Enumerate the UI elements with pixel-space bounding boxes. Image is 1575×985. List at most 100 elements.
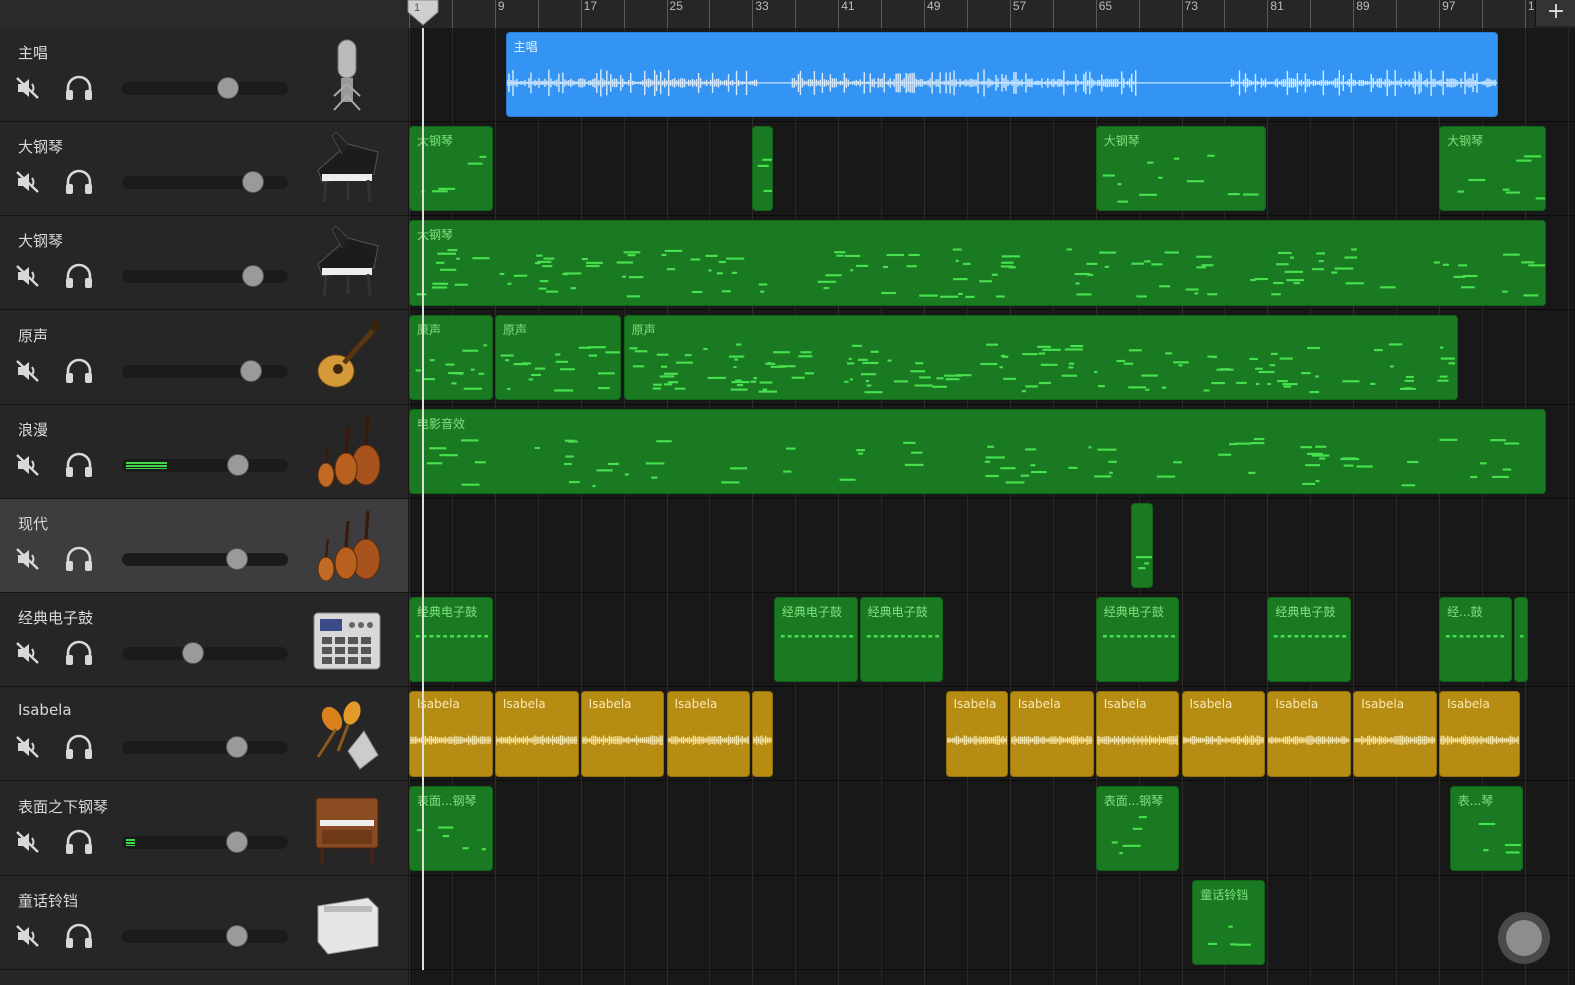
track-header[interactable]: 童话铃铛 [0,875,408,970]
string-ensemble-icon[interactable] [308,413,386,491]
volume-slider[interactable] [122,642,288,665]
add-track-button[interactable]: + [1535,0,1575,26]
mute-speaker-icon[interactable] [14,828,42,856]
volume-slider[interactable] [122,736,288,759]
mute-speaker-icon[interactable] [14,639,42,667]
midi-region[interactable]: 电影音效 [409,408,1547,494]
mute-speaker-icon[interactable] [14,451,42,479]
midi-region[interactable]: 大钢琴 [1095,126,1267,212]
audio-region[interactable]: Isabela [494,691,579,777]
volume-knob[interactable] [242,171,265,194]
volume-knob[interactable] [225,924,248,947]
celesta-icon[interactable] [308,884,386,962]
volume-slider[interactable] [122,548,288,570]
midi-region[interactable]: 经典电子鼓 [1267,597,1352,683]
midi-region[interactable]: 经典电子鼓 [859,597,944,683]
grand-piano-icon[interactable] [308,130,386,208]
audio-region[interactable]: Isabela [1095,691,1180,777]
track-header[interactable]: Isabela [0,687,408,782]
midi-region[interactable] [752,126,773,212]
audio-region[interactable]: Isabela [1439,691,1520,777]
midi-region[interactable]: 原声 [494,314,622,400]
mute-speaker-icon[interactable] [14,74,42,102]
timeline-ruler[interactable]: 9 17 25 33 41 49 57 65 73 81 89 97 1 1 + [0,0,1575,29]
volume-slider[interactable] [122,830,288,853]
playhead-line[interactable] [422,28,424,970]
solo-headphones-icon[interactable] [64,828,94,856]
microphone-icon[interactable] [308,36,386,114]
volume-knob[interactable] [240,359,263,382]
volume-slider[interactable] [122,924,288,947]
volume-knob[interactable] [225,548,248,570]
volume-knob[interactable] [217,77,240,99]
track-lane[interactable] [408,876,1575,970]
midi-region[interactable]: 表面...钢琴 [1095,785,1180,871]
track-header[interactable]: 原声 [0,310,408,405]
track-header[interactable]: 主唱 [0,28,408,122]
volume-knob[interactable] [242,265,265,288]
solo-headphones-icon[interactable] [64,74,94,102]
audio-region[interactable]: Isabela [580,691,665,777]
solo-headphones-icon[interactable] [64,451,94,479]
grand-piano-icon[interactable] [308,224,386,302]
mute-speaker-icon[interactable] [14,168,42,196]
audio-region[interactable]: Isabela [666,691,751,777]
track-header[interactable]: 现代 [0,499,408,593]
floating-record-button[interactable] [1498,912,1550,964]
audio-region[interactable] [752,691,773,777]
string-ensemble-icon[interactable] [308,507,386,585]
midi-region[interactable]: 经典电子鼓 [773,597,858,683]
acoustic-guitar-icon[interactable] [308,319,386,397]
solo-headphones-icon[interactable] [64,545,94,573]
midi-region[interactable]: 表...琴 [1449,785,1523,871]
audio-region[interactable]: Isabela [1009,691,1094,777]
solo-headphones-icon[interactable] [64,922,94,950]
mute-speaker-icon[interactable] [14,262,42,290]
mute-speaker-icon[interactable] [14,922,42,950]
track-header[interactable]: 大钢琴 [0,216,408,311]
volume-knob[interactable] [225,736,248,759]
solo-headphones-icon[interactable] [64,357,94,385]
solo-headphones-icon[interactable] [64,262,94,290]
audio-region[interactable]: Isabela [1181,691,1266,777]
volume-knob[interactable] [182,642,205,665]
midi-region[interactable] [1131,503,1153,589]
midi-region[interactable]: 经典电子鼓 [1095,597,1180,683]
track-header[interactable]: 表面之下钢琴 [0,781,408,876]
track-header[interactable]: 大钢琴 [0,122,408,217]
playhead-handle-icon[interactable]: 1 [407,0,439,26]
mute-speaker-icon[interactable] [14,545,42,573]
midi-region[interactable]: 大钢琴 [1439,126,1547,212]
volume-slider[interactable] [122,77,288,99]
volume-slider[interactable] [122,359,288,382]
drum-machine-icon[interactable] [308,601,386,679]
track-lane[interactable] [408,122,1575,217]
volume-slider[interactable] [122,265,288,288]
volume-slider[interactable] [122,171,288,194]
track-lane[interactable] [408,782,1575,876]
volume-slider[interactable] [122,453,288,476]
audio-region[interactable]: Isabela [945,691,1008,777]
midi-region[interactable]: 童话铃铛 [1192,879,1266,965]
volume-knob[interactable] [225,830,248,853]
midi-region[interactable]: 大钢琴 [409,220,1547,306]
midi-region[interactable]: 原声 [623,314,1459,400]
midi-region[interactable] [1514,597,1529,683]
track-lane[interactable] [408,593,1575,688]
audio-region[interactable]: Isabela [1353,691,1437,777]
upright-piano-icon[interactable] [308,790,386,868]
track-lane[interactable] [408,499,1575,593]
audio-region[interactable]: 主唱 [505,32,1499,118]
midi-region[interactable]: 经...鼓 [1439,597,1513,683]
track-header[interactable]: 浪漫 [0,404,408,499]
solo-headphones-icon[interactable] [64,733,94,761]
mute-speaker-icon[interactable] [14,357,42,385]
track-lanes-area[interactable]: 主唱 大钢琴 大钢琴 大钢琴 大钢琴 原声 原声 原声 电影音效 经典电子鼓 经典电子鼓 经典电子鼓经… [408,28,1575,985]
mute-speaker-icon[interactable] [14,733,42,761]
percussion-icon[interactable] [308,695,386,773]
volume-knob[interactable] [227,453,250,476]
solo-headphones-icon[interactable] [64,168,94,196]
solo-headphones-icon[interactable] [64,639,94,667]
track-header[interactable]: 经典电子鼓 [0,593,408,688]
audio-region[interactable]: Isabela [1267,691,1352,777]
